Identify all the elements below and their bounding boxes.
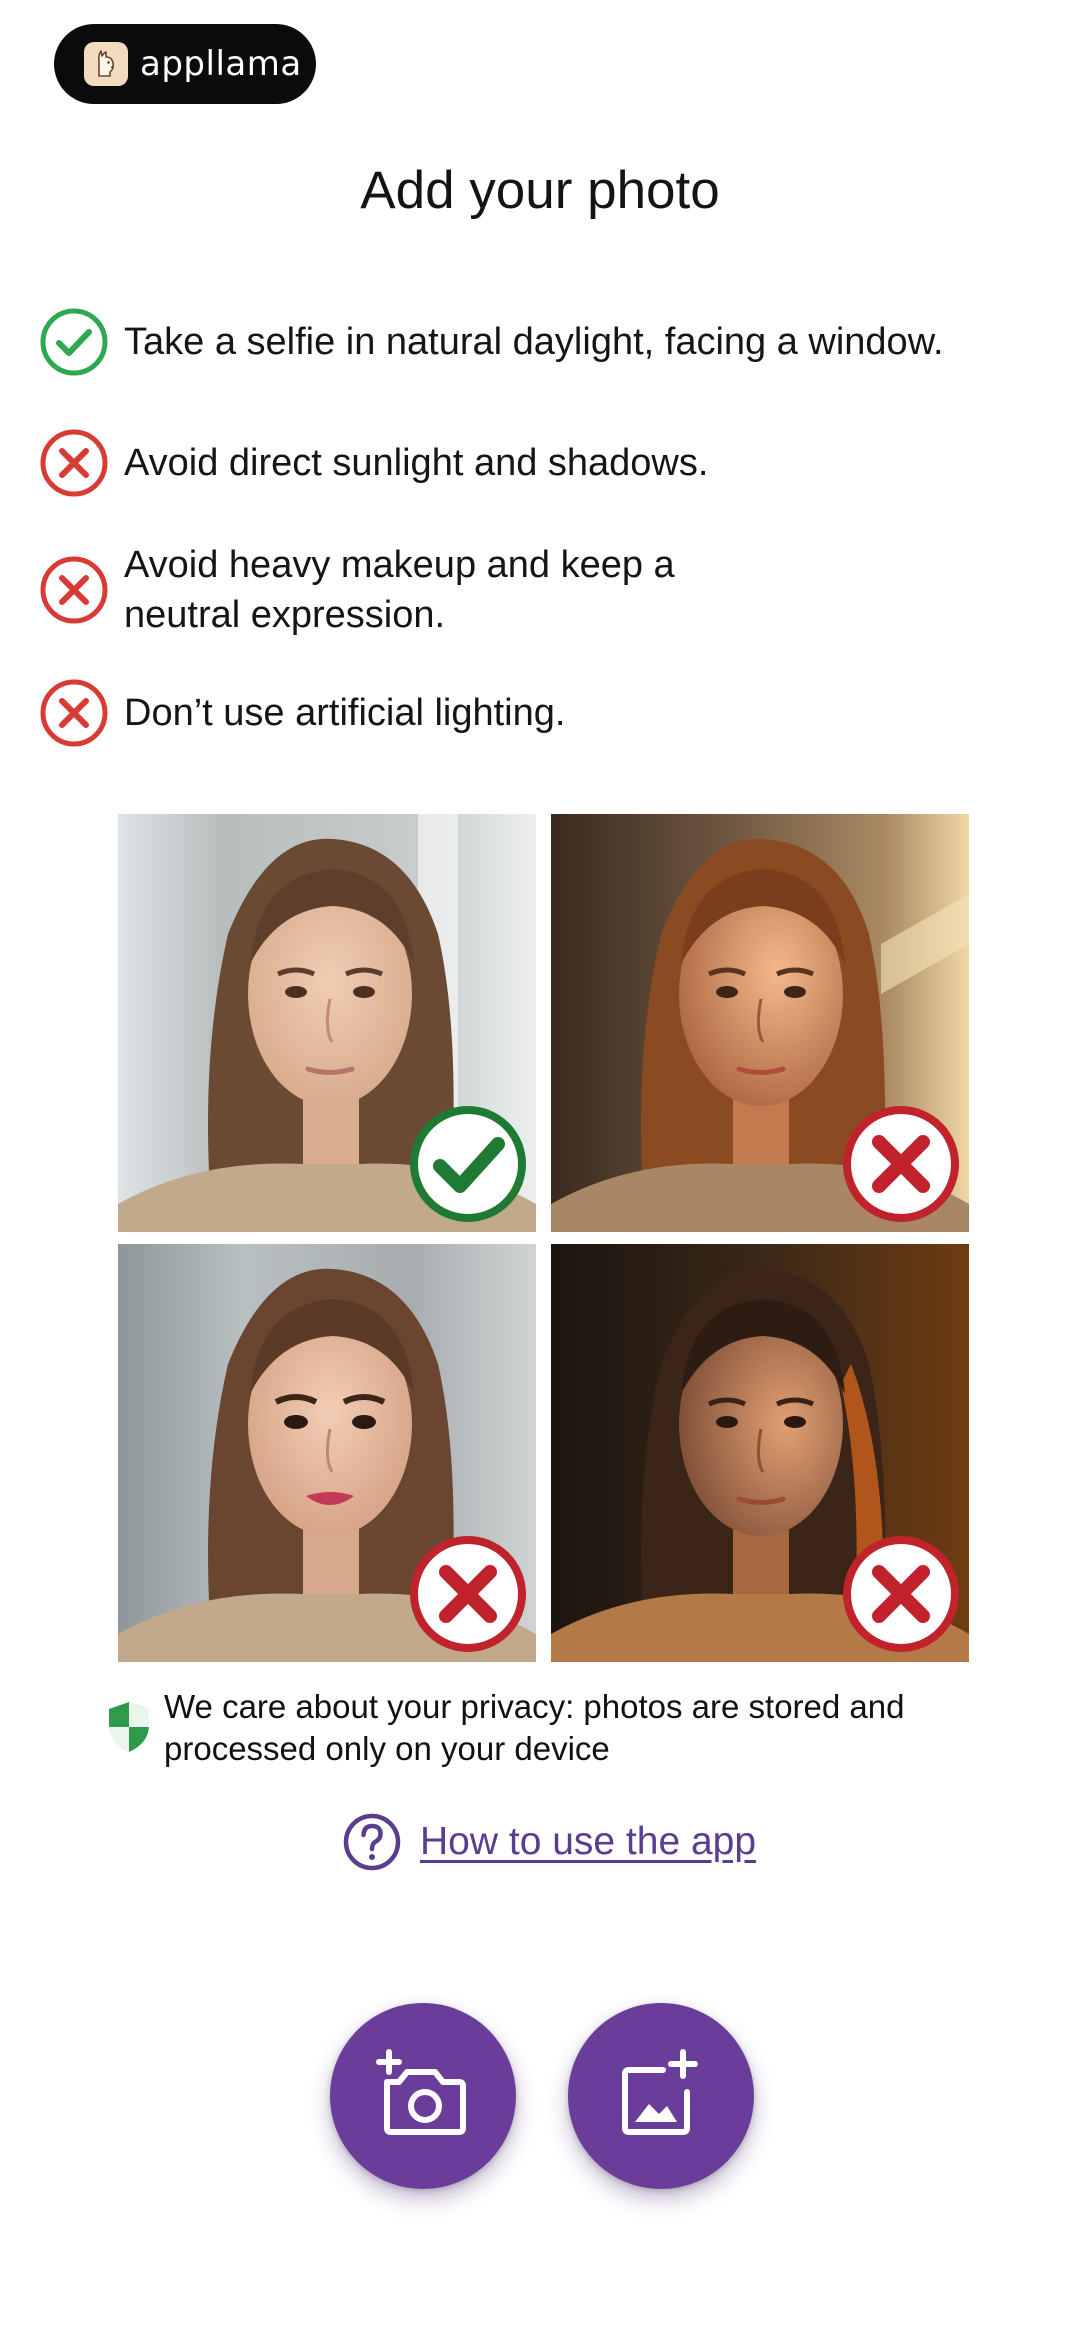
guideline-good-daylight: Take a selfie in natural daylight, facin… [38, 306, 1050, 378]
example-photo-direct-sunlight [551, 814, 969, 1232]
guideline-text: Avoid heavy makeup and keep a neutral ex… [124, 544, 675, 636]
how-to-use-link[interactable]: How to use the app [342, 1812, 756, 1872]
brand-name: appllama [140, 44, 302, 84]
x-circle-icon [40, 556, 108, 624]
add-camera-icon [376, 2049, 466, 2135]
guideline-text: Don’t use artificial lighting. [124, 692, 566, 734]
check-badge-icon [410, 1106, 526, 1222]
guideline-bad-makeup: Avoid heavy makeup and keep a neutral ex… [38, 540, 720, 640]
add-photo-icon [622, 2049, 698, 2135]
example-photo-natural-daylight [118, 814, 536, 1232]
x-circle-icon [40, 429, 108, 497]
guideline-bad-sunlight: Avoid direct sunlight and shadows. [38, 427, 1050, 499]
how-to-use-label[interactable]: How to use the app [420, 1820, 756, 1864]
question-circle-icon [343, 1813, 401, 1871]
privacy-text: We care about your privacy: photos are s… [164, 1688, 905, 1767]
x-badge-icon [410, 1536, 526, 1652]
add-from-gallery-button[interactable] [568, 2003, 754, 2189]
check-circle-icon [40, 308, 108, 376]
guideline-text: Take a selfie in natural daylight, facin… [124, 321, 944, 363]
guideline-text: Avoid direct sunlight and shadows. [124, 442, 709, 484]
shield-icon [109, 1702, 149, 1752]
llama-logo-icon [84, 42, 128, 86]
privacy-notice: We care about your privacy: photos are s… [106, 1686, 956, 1770]
example-photo-heavy-makeup [118, 1244, 536, 1662]
page-title: Add your photo [360, 161, 720, 220]
example-photo-artificial-light [551, 1244, 969, 1662]
take-photo-button[interactable] [330, 2003, 516, 2189]
x-badge-icon [843, 1536, 959, 1652]
x-badge-icon [843, 1106, 959, 1222]
guideline-bad-artificial: Don’t use artificial lighting. [38, 677, 1050, 749]
brand-logo-pill: appllama [54, 24, 316, 104]
x-circle-icon [40, 679, 108, 747]
